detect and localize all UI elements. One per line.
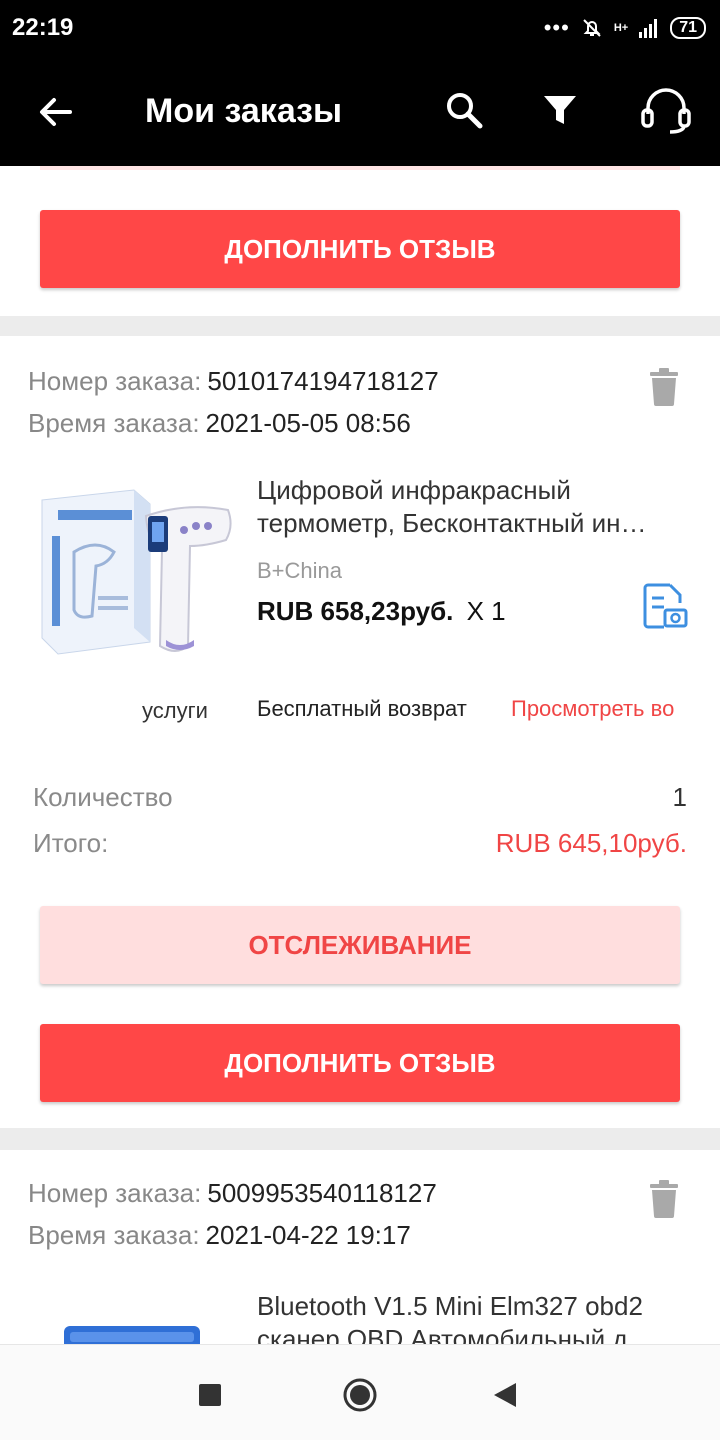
add-review-button[interactable]: ДОПОЛНИТЬ ОТЗЫВ bbox=[40, 210, 680, 288]
quantity-row: Количество 1 bbox=[33, 782, 687, 814]
order-card: ДОПОЛНИТЬ ОТЗЫВ bbox=[0, 166, 720, 316]
page-title: Мои заказы bbox=[145, 92, 343, 130]
order-time: 2021-04-22 19:17 bbox=[205, 1220, 411, 1250]
trash-icon[interactable] bbox=[650, 368, 678, 406]
order-number-row: Номер заказа: 5010174194718127 bbox=[28, 366, 439, 397]
product-name-line: сканер OBD Автомобильный д bbox=[257, 1324, 628, 1344]
order-time-label: Время заказа: bbox=[28, 408, 200, 438]
app-bar: Мои заказы bbox=[0, 56, 720, 166]
free-return-label: Бесплатный возврат bbox=[257, 696, 467, 721]
add-review-button[interactable]: ДОПОЛНИТЬ ОТЗЫВ bbox=[40, 1024, 680, 1102]
product-image[interactable] bbox=[38, 476, 234, 666]
order-time-row: Время заказа: 2021-05-05 08:56 bbox=[28, 408, 411, 439]
order-number-label: Номер заказа: bbox=[28, 1178, 202, 1208]
product-name[interactable]: Цифровой инфракрасный термометр, Бесконт… bbox=[257, 474, 687, 542]
status-time: 22:19 bbox=[12, 14, 74, 41]
order-number-row: Номер заказа: 5009953540118127 bbox=[28, 1178, 437, 1209]
battery-indicator: 71 bbox=[670, 17, 706, 39]
nav-back-icon[interactable] bbox=[492, 1381, 518, 1409]
tracking-button[interactable]: ОТСЛЕЖИВАНИЕ bbox=[40, 906, 680, 984]
system-nav-bar bbox=[0, 1344, 720, 1440]
order-card: Номер заказа: 5009953540118127 Время зака… bbox=[0, 1150, 720, 1344]
order-number: 5010174194718127 bbox=[207, 366, 439, 396]
mute-bell-icon bbox=[583, 19, 601, 37]
seller-name: B+China bbox=[257, 558, 343, 583]
status-icons: ••• H+ 71 bbox=[544, 14, 706, 42]
product-image[interactable] bbox=[64, 1326, 200, 1344]
order-time: 2021-05-05 08:56 bbox=[205, 408, 411, 438]
photo-review-icon[interactable] bbox=[640, 582, 688, 630]
quantity-label: Количество bbox=[33, 782, 173, 812]
network-type-label: H+ bbox=[613, 22, 629, 34]
signal-icon bbox=[639, 19, 658, 38]
view-details-link[interactable]: Просмотреть во bbox=[511, 696, 688, 722]
order-card: Номер заказа: 5010174194718127 Время зака… bbox=[0, 336, 720, 1128]
search-icon[interactable] bbox=[442, 88, 486, 132]
product-name-line: Цифровой инфракрасный bbox=[257, 475, 571, 505]
product-name-line: Bluetooth V1.5 Mini Elm327 obd2 bbox=[257, 1291, 643, 1321]
orders-list[interactable]: ДОПОЛНИТЬ ОТЗЫВ Номер заказа: 50101741947… bbox=[0, 166, 720, 1344]
total-row: Итого: RUB 645,10руб. bbox=[33, 828, 687, 860]
total-value: RUB 645,10руб. bbox=[495, 828, 687, 858]
product-name[interactable]: Bluetooth V1.5 Mini Elm327 obd2 сканер O… bbox=[257, 1290, 687, 1344]
order-time-row: Время заказа: 2021-04-22 19:17 bbox=[28, 1220, 411, 1251]
product-price: RUB 658,23руб. X 1 bbox=[257, 596, 506, 627]
services-label: услуги bbox=[142, 698, 208, 723]
quantity-multiplier: X 1 bbox=[466, 596, 506, 626]
nav-home-icon[interactable] bbox=[342, 1377, 378, 1413]
headset-icon[interactable] bbox=[640, 86, 692, 134]
product-name-line: термометр, Бесконтактный ин… bbox=[257, 508, 647, 538]
nav-recents-icon[interactable] bbox=[198, 1383, 222, 1407]
more-dots-icon: ••• bbox=[543, 15, 570, 40]
quantity-value: 1 bbox=[672, 782, 687, 812]
tracking-button-edge bbox=[40, 166, 680, 170]
status-bar: 22:19 ••• H+ 71 bbox=[0, 0, 720, 56]
filter-icon[interactable] bbox=[538, 88, 582, 132]
order-number: 5009953540118127 bbox=[207, 1178, 437, 1208]
order-time-label: Время заказа: bbox=[28, 1220, 200, 1250]
total-label: Итого: bbox=[33, 828, 109, 858]
price-value: RUB 658,23руб. bbox=[257, 596, 454, 626]
trash-icon[interactable] bbox=[650, 1180, 678, 1218]
back-arrow-icon[interactable] bbox=[34, 90, 78, 134]
order-number-label: Номер заказа: bbox=[28, 366, 202, 396]
